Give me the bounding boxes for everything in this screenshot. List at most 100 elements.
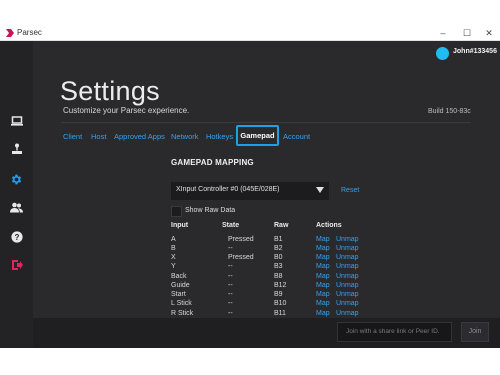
window-title: Parsec	[17, 28, 42, 37]
row-state: --	[228, 291, 233, 298]
tab-gamepad[interactable]: Gamepad	[236, 125, 279, 146]
row-raw: B3	[274, 263, 283, 270]
row-input: R Stick	[171, 310, 194, 317]
row-input: B	[171, 245, 176, 252]
friends-icon	[10, 202, 23, 212]
reset-link[interactable]: Reset	[341, 187, 359, 194]
settings-gear-icon	[11, 174, 22, 184]
table-row: Y -- B3 Map Unmap	[160, 262, 400, 271]
sidebar-item-computers[interactable]	[5, 110, 28, 132]
tab-hotkeys[interactable]: Hotkeys	[206, 132, 233, 142]
tab-network[interactable]: Network	[171, 132, 199, 142]
table-row: Start -- B9 Map Unmap	[160, 290, 400, 299]
row-input: A	[171, 236, 176, 243]
row-state: Pressed	[228, 254, 254, 261]
show-raw-data-checkbox[interactable]	[171, 206, 182, 217]
map-link[interactable]: Map	[316, 281, 330, 290]
tab-account[interactable]: Account	[283, 132, 310, 142]
unmap-link[interactable]: Unmap	[336, 244, 359, 253]
row-raw: B1	[274, 236, 283, 243]
chevron-down-icon	[316, 187, 324, 193]
column-header-raw: Raw	[274, 222, 289, 229]
tab-client[interactable]: Client	[63, 132, 82, 142]
username[interactable]: John#133456	[453, 48, 497, 55]
row-raw: B8	[274, 273, 283, 280]
parsec-logo-icon	[6, 29, 14, 37]
row-input: Start	[171, 291, 186, 298]
unmap-link[interactable]: Unmap	[336, 272, 359, 281]
unmap-link[interactable]: Unmap	[336, 262, 359, 271]
sidebar: ?	[0, 41, 33, 348]
row-state: --	[228, 300, 233, 307]
row-state: --	[228, 263, 233, 270]
table-row: R Stick -- B11 Map Unmap	[160, 309, 400, 318]
show-raw-data-label: Show Raw Data	[185, 207, 236, 214]
map-link[interactable]: Map	[316, 262, 330, 271]
row-state: --	[228, 245, 233, 252]
arcade-icon	[11, 143, 22, 154]
unmap-link[interactable]: Unmap	[336, 299, 359, 308]
map-link[interactable]: Map	[316, 244, 330, 253]
join-button[interactable]: Join	[461, 322, 489, 342]
avatar[interactable]	[436, 47, 449, 60]
column-header-input: Input	[171, 222, 189, 229]
map-link[interactable]: Map	[316, 299, 330, 308]
map-link[interactable]: Map	[316, 253, 330, 262]
map-link[interactable]: Map	[316, 272, 330, 281]
svg-text:?: ?	[14, 233, 19, 242]
unmap-link[interactable]: Unmap	[336, 253, 359, 262]
row-raw: B12	[274, 282, 287, 289]
unmap-link[interactable]: Unmap	[336, 309, 359, 318]
mapping-table: A Pressed B1 Map Unmap B -- B2 Map Unmap…	[160, 232, 400, 318]
join-input-placeholder: Join with a share link or Peer ID.	[346, 328, 440, 335]
row-state: --	[228, 273, 233, 280]
map-link[interactable]: Map	[316, 235, 330, 244]
tab-host[interactable]: Host	[91, 132, 106, 142]
sidebar-item-friends[interactable]	[5, 196, 28, 218]
page-subtitle: Customize your Parsec experience.	[63, 106, 190, 115]
table-row: Guide -- B12 Map Unmap	[160, 281, 400, 290]
computers-icon	[10, 116, 23, 126]
maximize-button[interactable]: ☐	[456, 26, 478, 40]
row-input: Guide	[171, 282, 190, 289]
unmap-link[interactable]: Unmap	[336, 290, 359, 299]
table-row: B -- B2 Map Unmap	[160, 244, 400, 253]
unmap-link[interactable]: Unmap	[336, 235, 359, 244]
controller-select[interactable]: XInput Controller #0 (045E/028E)	[171, 182, 329, 200]
join-input[interactable]: Join with a share link or Peer ID.	[337, 322, 452, 342]
page-title: Settings	[60, 76, 160, 106]
table-row: A Pressed B1 Map Unmap	[160, 235, 400, 244]
row-input: Back	[171, 273, 187, 280]
table-row: X Pressed B0 Map Unmap	[160, 253, 400, 262]
map-link[interactable]: Map	[316, 290, 330, 299]
logout-icon	[11, 260, 23, 270]
help-icon: ?	[10, 231, 23, 243]
column-header-actions: Actions	[316, 222, 342, 229]
row-raw: B10	[274, 300, 287, 307]
sidebar-item-settings[interactable]	[5, 168, 28, 190]
table-row: Back -- B8 Map Unmap	[160, 272, 400, 281]
unmap-link[interactable]: Unmap	[336, 281, 359, 290]
row-state: Pressed	[228, 236, 254, 243]
sidebar-item-logout[interactable]	[5, 254, 28, 276]
row-input: Y	[171, 263, 176, 270]
row-state: --	[228, 310, 233, 317]
sidebar-item-help[interactable]: ?	[5, 226, 28, 248]
section-title: GAMEPAD MAPPING	[171, 158, 254, 167]
row-input: X	[171, 254, 176, 261]
column-header-state: State	[222, 222, 240, 229]
sidebar-item-arcade[interactable]	[5, 138, 28, 160]
row-raw: B0	[274, 254, 283, 261]
minimize-button[interactable]: –	[432, 26, 454, 40]
row-raw: B2	[274, 245, 283, 252]
map-link[interactable]: Map	[316, 309, 330, 318]
row-state: --	[228, 282, 233, 289]
build-version: Build 150-83c	[428, 108, 471, 115]
tab-approved-apps[interactable]: Approved Apps	[114, 132, 165, 142]
table-row: L Stick -- B10 Map Unmap	[160, 299, 400, 308]
title-bar: Parsec – ☐ ✕	[0, 26, 500, 41]
row-raw: B11	[274, 310, 286, 317]
row-input: L Stick	[171, 300, 192, 307]
close-button[interactable]: ✕	[478, 26, 500, 40]
row-raw: B9	[274, 291, 283, 298]
